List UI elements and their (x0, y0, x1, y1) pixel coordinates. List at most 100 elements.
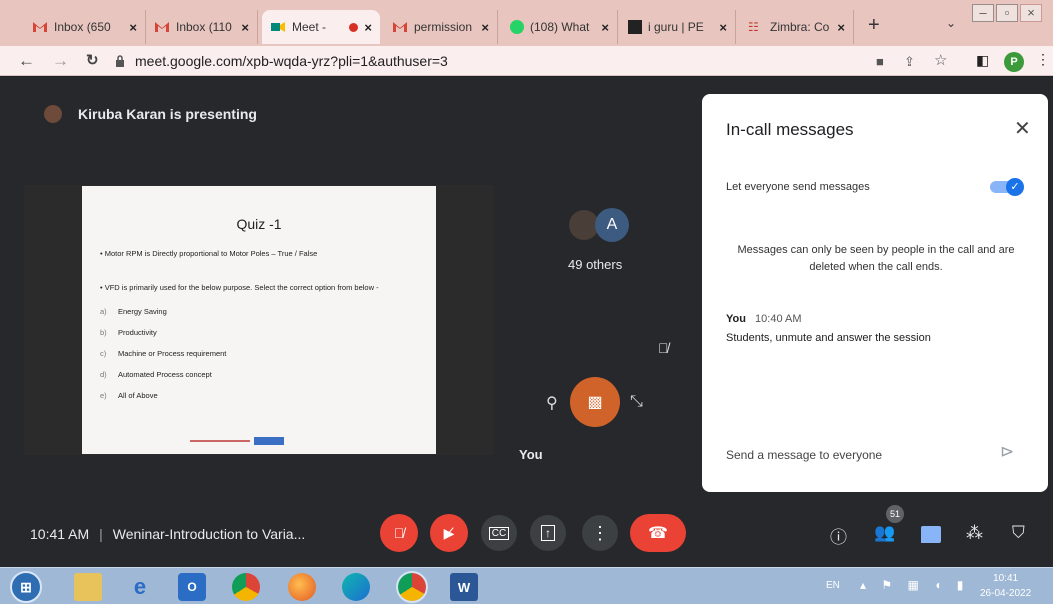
tab-title: Meet - (292, 20, 327, 34)
close-tab-icon[interactable]: × (481, 20, 489, 35)
more-vert-icon: ⋮ (591, 522, 609, 543)
slide-footer-logo (190, 440, 250, 442)
chrome-icon[interactable] (232, 573, 260, 601)
omnibox[interactable]: meet.google.com/xpb-wqda-yrz?pli=1&authu… (115, 50, 955, 72)
tab-title: (108) What (530, 20, 590, 34)
sidebar-icon[interactable]: ◧ (976, 52, 989, 69)
camera-off-icon: ▶̸ (443, 524, 455, 541)
share-icon[interactable]: ⇪ (904, 54, 915, 70)
hang-up-icon: ☎ (648, 525, 668, 542)
meeting-details-icon[interactable]: ⓘ (830, 523, 847, 548)
tab-whatsapp[interactable]: (108) What × (502, 10, 618, 44)
profile-avatar[interactable]: P (1004, 52, 1024, 72)
meeting-controls-bar: 10:41 AM | Weninar-Introduction to Varia..… (0, 504, 1053, 567)
panel-notice: Messages can only be seen by people in t… (737, 244, 1015, 273)
check-icon: ✓ (1006, 178, 1024, 196)
panel-title: In-call messages (726, 120, 854, 139)
self-tile-avatar[interactable]: ▩ (570, 377, 620, 427)
back-arrow-icon[interactable]: ← (18, 51, 35, 71)
presentation-slide: Quiz -1 • Motor RPM is Directly proporti… (82, 186, 436, 454)
address-bar: ← → ↻ meet.google.com/xpb-wqda-yrz?pli=1… (0, 46, 1053, 76)
others-tile[interactable]: A (569, 208, 639, 242)
slide-option: d) Automated Process concept (100, 370, 212, 379)
system-clock[interactable]: 10:41 26-04-2022 (980, 571, 1031, 601)
zimbra-icon: ☷ (748, 20, 759, 34)
gmail-icon (393, 22, 407, 32)
maximize-icon[interactable]: ▫ (996, 4, 1018, 22)
tab-title: Zimbra: Co (770, 20, 830, 34)
tab-search-chevron-icon[interactable]: ⌄ (946, 16, 956, 30)
close-tab-icon[interactable]: × (837, 20, 845, 35)
new-tab-button[interactable]: + (868, 14, 880, 37)
minimize-icon[interactable]: – (972, 4, 994, 22)
meeting-info-separator: | (99, 526, 103, 542)
camera-toggle-button[interactable]: ▶̸ (430, 514, 468, 552)
send-messages-toggle[interactable]: ✓ (990, 178, 1026, 196)
present-now-button[interactable]: ↑ (530, 515, 566, 551)
people-icon[interactable]: 👥 (874, 523, 895, 543)
tab-permission[interactable]: permission × (384, 10, 498, 44)
mic-toggle-button[interactable]: 🎙̸ (380, 514, 418, 552)
tab-title: permission (414, 20, 473, 34)
internet-explorer-icon[interactable]: e (126, 573, 154, 601)
window-close-icon[interactable]: × (1020, 4, 1042, 22)
tab-inbox-1[interactable]: Inbox (650 × (24, 10, 146, 44)
message-time: 10:40 AM (755, 313, 802, 325)
mic-off-indicator-icon: 🎙̸ (658, 340, 669, 356)
close-tab-icon[interactable]: × (241, 20, 249, 35)
menu-kebab-icon[interactable]: ⋮ (1036, 51, 1050, 68)
slide-footer (190, 436, 330, 446)
start-button[interactable]: ⊞ (10, 571, 42, 603)
firefox-icon[interactable] (288, 573, 316, 601)
tab-inbox-2[interactable]: Inbox (110 × (146, 10, 258, 44)
host-controls-icon[interactable]: ⛉ (1012, 523, 1025, 543)
clock-time: 10:41 (993, 573, 1019, 584)
outlook-icon[interactable]: O (178, 573, 206, 601)
meet-main: Kiruba Karan is presenting Quiz -1 • Mot… (0, 77, 1053, 567)
edge-icon[interactable] (342, 573, 370, 601)
more-options-button[interactable]: ⋮ (582, 515, 618, 551)
captions-icon: CC (488, 526, 510, 540)
message-sender: You (726, 313, 746, 325)
presenter-label: Kiruba Karan is presenting (78, 106, 257, 122)
word-icon[interactable]: W (450, 573, 478, 601)
chrome-active-icon[interactable] (396, 571, 428, 603)
participant-avatar-letter: A (595, 208, 629, 242)
message-input[interactable] (726, 444, 1016, 466)
captions-button[interactable]: CC (481, 515, 517, 551)
forward-arrow-icon[interactable]: → (52, 51, 69, 71)
bookmark-star-icon[interactable]: ☆ (934, 51, 947, 69)
close-icon[interactable]: ✕ (1014, 116, 1031, 141)
toggle-label: Let everyone send messages (726, 181, 870, 193)
pin-icon[interactable]: ⚲ (546, 393, 558, 413)
language-indicator[interactable]: EN (826, 580, 840, 591)
close-tab-icon[interactable]: × (364, 20, 372, 35)
presenter-banner: Kiruba Karan is presenting (44, 105, 257, 123)
close-tab-icon[interactable]: × (719, 20, 727, 35)
chat-icon[interactable] (921, 526, 941, 543)
close-tab-icon[interactable]: × (129, 20, 137, 35)
leave-call-button[interactable]: ☎ (630, 514, 686, 552)
gmail-icon (33, 22, 47, 32)
tab-iguru[interactable]: i guru | PE × (620, 10, 736, 44)
file-explorer-icon[interactable] (74, 573, 102, 601)
camera-in-use-icon[interactable]: ■ (876, 54, 884, 69)
minimize-tile-icon[interactable]: ⤡ (630, 393, 643, 411)
slide-option: b) Productivity (100, 328, 157, 337)
send-icon[interactable]: ⊳ (1000, 442, 1014, 462)
tab-meet[interactable]: Meet - × (262, 10, 380, 44)
message-text: Students, unmute and answer the session (726, 332, 931, 344)
presenter-avatar (44, 105, 62, 123)
system-tray-icons[interactable]: ▴ ⚑ ▦ ◖ ▮ (860, 578, 969, 592)
url-text: meet.google.com/xpb-wqda-yrz?pli=1&authu… (135, 53, 448, 69)
close-tab-icon[interactable]: × (601, 20, 609, 35)
slide-option: e) All of Above (100, 391, 158, 400)
gmail-icon (155, 22, 169, 32)
activities-icon[interactable]: ⁂ (966, 523, 983, 543)
slide-footer-banner (254, 437, 284, 445)
lock-icon (116, 55, 124, 67)
slide-title: Quiz -1 (236, 216, 282, 232)
reload-icon[interactable]: ↻ (86, 51, 99, 69)
tab-zimbra[interactable]: ☷ Zimbra: Co × (740, 10, 854, 44)
message-header: You 10:40 AM (726, 313, 802, 325)
